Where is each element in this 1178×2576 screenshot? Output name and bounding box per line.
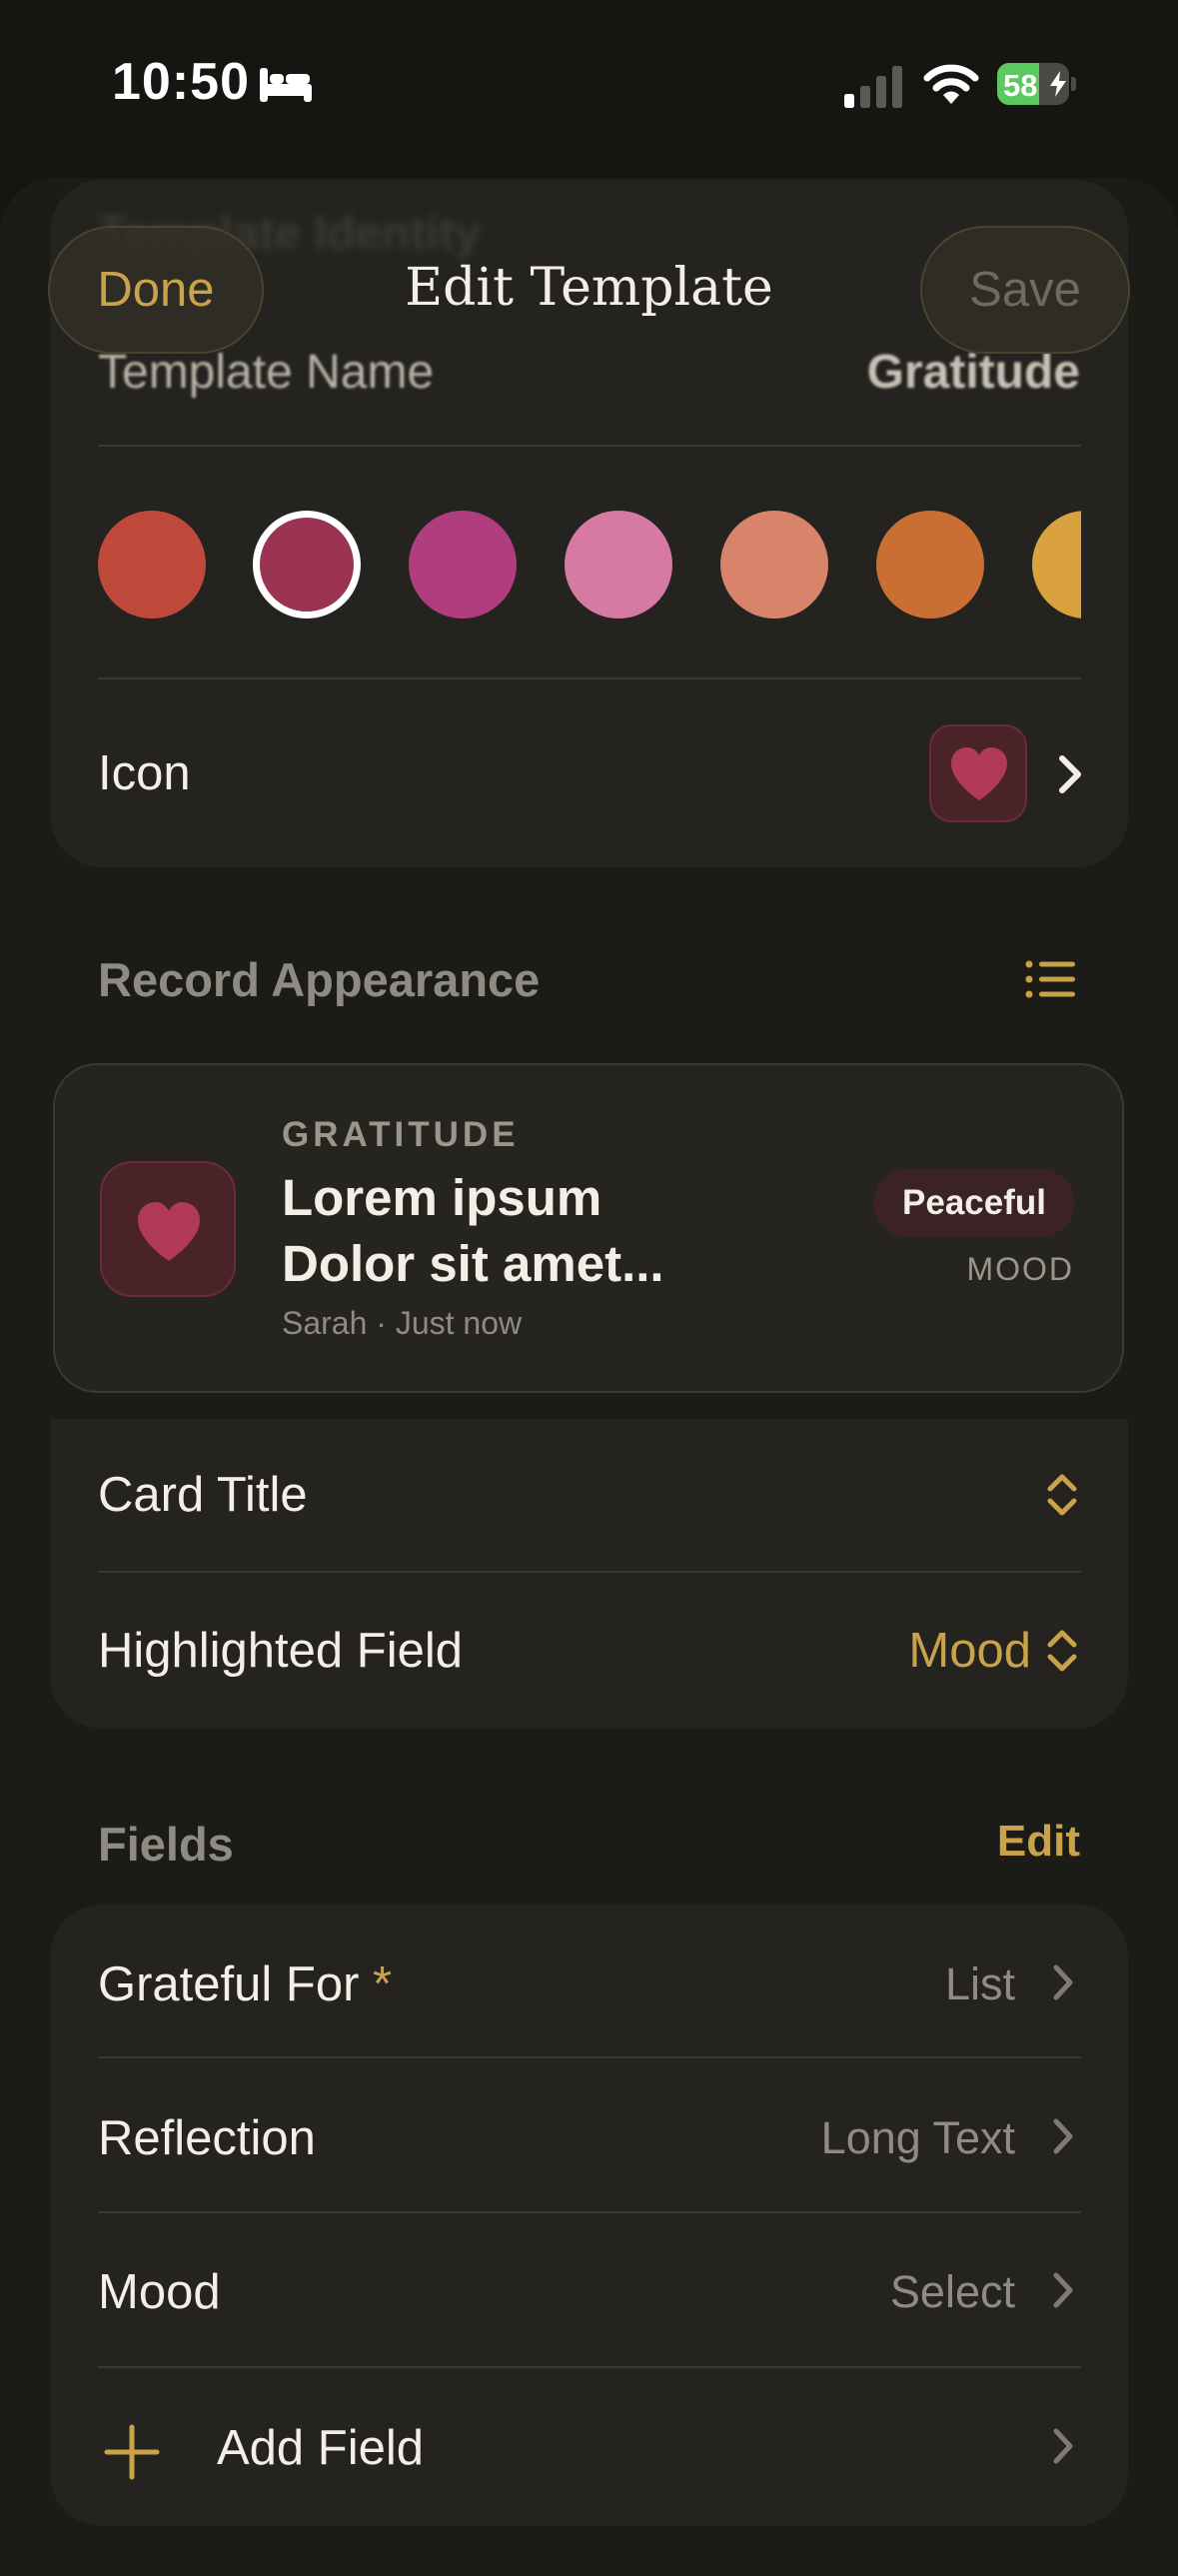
highlighted-field-value[interactable]: Mood — [908, 1623, 1031, 1679]
chevron-right-icon[interactable] — [1049, 2426, 1077, 2466]
divider — [98, 2366, 1081, 2368]
chevron-right-icon[interactable] — [1049, 2116, 1077, 2156]
battery-charging-icon: 58 — [997, 63, 1076, 105]
divider — [98, 677, 1081, 679]
divider — [98, 2211, 1081, 2213]
divider — [98, 2056, 1081, 2058]
battery-percent: 58 — [1003, 68, 1038, 103]
add-field-button[interactable]: Add Field — [217, 2420, 424, 2476]
chevron-right-icon[interactable] — [1055, 753, 1085, 795]
icon-picker-row[interactable] — [929, 724, 1027, 822]
field-type: Select — [889, 2266, 1015, 2317]
cellular-signal-icon — [844, 66, 902, 108]
edit-fields-button[interactable]: Edit — [997, 1817, 1080, 1867]
divider — [98, 445, 1081, 447]
list-icon[interactable] — [1025, 959, 1077, 999]
highlighted-field-label: Highlighted Field — [98, 1624, 463, 1678]
chevron-right-icon[interactable] — [1049, 2270, 1077, 2310]
bolt-icon — [1050, 71, 1066, 97]
chevron-updown-icon[interactable] — [1045, 1629, 1079, 1673]
preview-title-line: Lorem ipsum — [282, 1169, 602, 1226]
plus-icon[interactable] — [104, 2424, 160, 2480]
save-button[interactable]: Save — [920, 226, 1130, 354]
status-time: 10:50 — [112, 53, 250, 111]
section-title-record-appearance: Record Appearance — [98, 953, 541, 1006]
preview-mood-badge: Peaceful — [873, 1169, 1075, 1237]
field-row-mood[interactable]: Mood — [98, 2264, 221, 2320]
color-swatch[interactable] — [565, 511, 672, 619]
preview-badge-caption: MOOD — [966, 1251, 1074, 1287]
heart-icon — [951, 747, 1007, 800]
chevron-updown-icon[interactable] — [1045, 1473, 1079, 1517]
preview-title-line: Dolor sit amet... — [282, 1235, 664, 1292]
color-swatch[interactable] — [1032, 511, 1081, 619]
heart-icon — [138, 1202, 200, 1261]
field-label: Reflection — [98, 2111, 316, 2165]
wifi-icon — [923, 64, 979, 104]
preview-icon-tile — [100, 1161, 236, 1297]
section-title-fields: Fields — [98, 1818, 234, 1871]
field-row-grateful-for[interactable]: Grateful For * — [98, 1956, 392, 2012]
card-title-label: Card Title — [98, 1468, 308, 1522]
preview-template-name: GRATITUDE — [282, 1115, 520, 1154]
color-swatch[interactable] — [876, 511, 984, 619]
color-swatch-selected[interactable] — [253, 511, 361, 619]
preview-title: Lorem ipsum Dolor sit amet... — [282, 1165, 664, 1297]
field-label: Mood — [98, 2265, 221, 2319]
color-swatch[interactable] — [98, 511, 206, 619]
color-swatch[interactable] — [409, 511, 517, 619]
field-label: Grateful For — [98, 1957, 360, 2011]
preview-meta: Sarah · Just now — [282, 1305, 523, 1341]
bed-icon — [260, 68, 312, 102]
divider — [98, 1571, 1081, 1573]
required-marker: * — [373, 1957, 393, 2011]
field-type: Long Text — [820, 2112, 1015, 2163]
chevron-right-icon[interactable] — [1049, 1962, 1077, 2002]
field-row-reflection[interactable]: Reflection — [98, 2110, 316, 2166]
color-swatch[interactable] — [720, 511, 828, 619]
field-type: List — [944, 1958, 1015, 2009]
record-appearance-card — [50, 1419, 1128, 1729]
color-swatch-row[interactable] — [98, 508, 1081, 624]
icon-row-label: Icon — [98, 746, 191, 800]
